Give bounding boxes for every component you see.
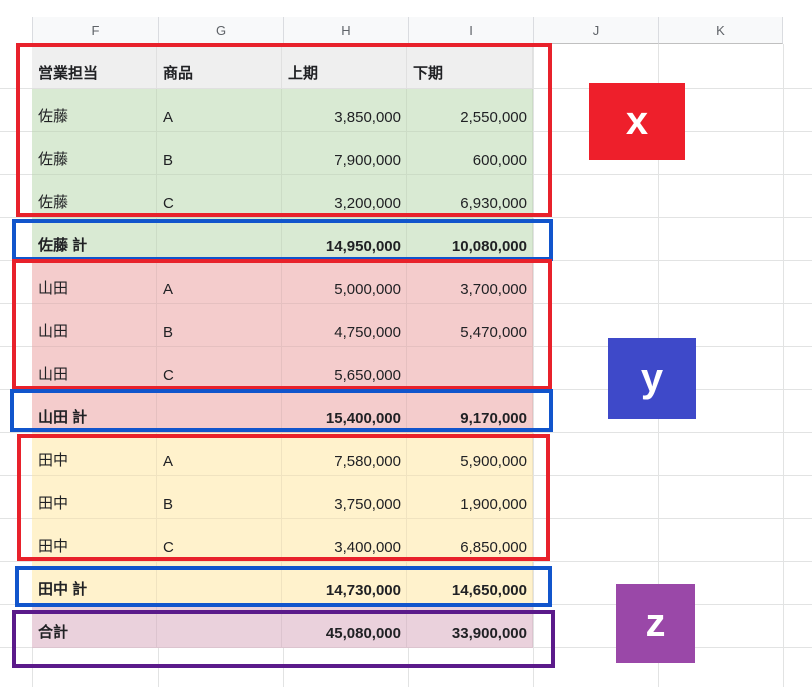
column-header-i[interactable]: I [408, 17, 533, 44]
red-outline-yamada-details [12, 259, 552, 390]
label-x: x [589, 83, 685, 160]
label-y: y [608, 338, 696, 419]
red-outline-tanaka-details [17, 434, 550, 561]
column-header-j[interactable]: J [533, 17, 658, 44]
blue-outline-tanaka-subtotal [15, 566, 552, 607]
column-header-f[interactable]: F [32, 17, 158, 44]
gridline [783, 44, 784, 687]
column-header-g[interactable]: G [158, 17, 283, 44]
column-header-k[interactable]: K [658, 17, 783, 44]
label-z: z [616, 584, 695, 663]
blue-outline-yamada-subtotal [10, 389, 553, 432]
column-header-strip: F G H I J K [0, 0, 812, 44]
purple-outline-grand-total [12, 610, 555, 668]
blue-outline-sato-subtotal [12, 219, 553, 261]
column-header-h[interactable]: H [283, 17, 408, 44]
red-outline-sato-details [16, 43, 552, 217]
